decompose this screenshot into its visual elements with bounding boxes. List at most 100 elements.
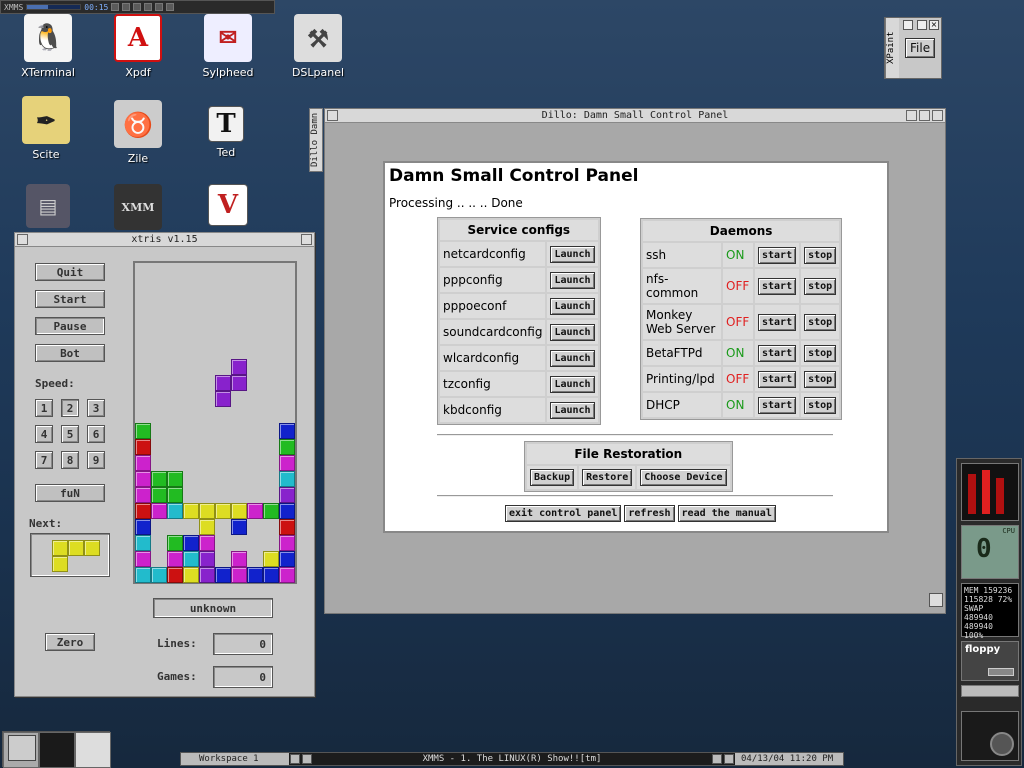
daemon-stop-button[interactable]: stop xyxy=(804,344,837,362)
speed-button-1[interactable]: 1 xyxy=(35,399,53,417)
workspace-label[interactable]: Workspace 1 xyxy=(181,753,289,765)
restore-button[interactable]: Restore xyxy=(582,469,633,486)
floppy-dockapp[interactable]: floppy xyxy=(961,641,1019,681)
close-icon[interactable] xyxy=(932,110,943,121)
xpaint-close-icon[interactable]: × xyxy=(929,20,939,30)
mem-dockapp[interactable]: MEM 159236 115828 72% SWAP 489940 489940… xyxy=(961,583,1019,640)
dillo-titlebar[interactable]: Dillo: Damn Small Control Panel xyxy=(325,109,945,123)
maximize-icon[interactable] xyxy=(919,110,930,121)
pager-workspace[interactable] xyxy=(39,732,75,768)
launch-button[interactable]: Launch xyxy=(550,271,595,289)
backup-button[interactable]: Backup xyxy=(530,469,575,486)
daemon-start-button[interactable]: start xyxy=(758,246,797,264)
desktop-icon-label: Sylpheed xyxy=(202,66,254,79)
xmms-seek-bar[interactable] xyxy=(26,4,82,10)
speed-button-4[interactable]: 4 xyxy=(35,425,53,443)
volume-dockapp[interactable] xyxy=(961,711,1019,761)
daemon-start-button[interactable]: start xyxy=(758,344,797,362)
desktop-icon-xpdf[interactable]: A Xpdf xyxy=(98,14,178,94)
launch-button[interactable]: Launch xyxy=(550,401,595,419)
tetris-block xyxy=(199,567,215,583)
games-label: Games: xyxy=(157,670,197,683)
workspace-pager[interactable] xyxy=(2,731,111,768)
window-menu-icon[interactable] xyxy=(327,110,338,121)
window-menu-icon[interactable] xyxy=(17,234,28,245)
game-board[interactable] xyxy=(133,261,297,584)
fun-button[interactable]: fuN xyxy=(35,484,105,502)
start-button[interactable]: Start xyxy=(35,290,105,308)
active-task[interactable]: XMMS - 1. The LINUX(R) Show!![tm] xyxy=(313,754,711,764)
choose-device-button[interactable]: Choose Device xyxy=(640,469,727,486)
cpu-bars-dockapp[interactable] xyxy=(961,463,1019,521)
prev-workspace-icon[interactable] xyxy=(290,754,300,764)
launch-button[interactable]: Launch xyxy=(550,349,595,367)
cpu-meter-dockapp[interactable]: CPU 0 xyxy=(961,525,1019,579)
speed-button-3[interactable]: 3 xyxy=(87,399,105,417)
daemon-start-button[interactable]: start xyxy=(758,277,797,295)
speed-button-9[interactable]: 9 xyxy=(87,451,105,469)
zero-button[interactable]: Zero xyxy=(45,633,95,651)
dillo-side-tab[interactable]: Dillo Damn xyxy=(309,108,323,172)
speed-button-7[interactable]: 7 xyxy=(35,451,53,469)
service-config-name: netcardconfig xyxy=(440,242,546,266)
quit-button[interactable]: Quit xyxy=(35,263,105,281)
xpaint-minimize-icon[interactable] xyxy=(917,20,927,30)
speed-button-8[interactable]: 8 xyxy=(61,451,79,469)
speed-button-5[interactable]: 5 xyxy=(61,425,79,443)
xmms-bar[interactable]: XMMS 00:15 xyxy=(0,0,275,14)
daemon-start-button[interactable]: start xyxy=(758,370,797,388)
pause-button[interactable]: Pause xyxy=(35,317,105,335)
exit-control-panel-button[interactable]: exit control panel xyxy=(505,505,622,522)
speed-button-2[interactable]: 2 xyxy=(61,399,79,417)
xpaint-menu-icon[interactable] xyxy=(903,20,913,30)
pager-workspace[interactable] xyxy=(3,732,39,768)
launch-button[interactable]: Launch xyxy=(550,297,595,315)
daemon-stop-button[interactable]: stop xyxy=(804,370,837,388)
desktop-icon-zile[interactable]: ♉ Zile xyxy=(98,100,178,180)
service-config-row: pppconfig Launch xyxy=(440,268,598,292)
play-icon[interactable] xyxy=(122,3,131,11)
minimize-icon[interactable] xyxy=(906,110,917,121)
bot-button[interactable]: Bot xyxy=(35,344,105,362)
launch-button[interactable]: Launch xyxy=(550,323,595,341)
xpaint-file-button[interactable]: File xyxy=(905,38,936,58)
xtris-titlebar[interactable]: xtris v1.15 xyxy=(15,233,314,247)
stop-icon[interactable] xyxy=(144,3,153,11)
desktop-icon-scite[interactable]: ✒ Scite xyxy=(6,96,86,176)
minimize-icon[interactable] xyxy=(301,234,312,245)
daemon-stop-button[interactable]: stop xyxy=(804,277,837,295)
tetris-block xyxy=(231,375,247,391)
xpaint-window[interactable]: XPaint × File xyxy=(884,17,942,79)
daemon-stop-button[interactable]: stop xyxy=(804,313,837,331)
daemon-start-button[interactable]: start xyxy=(758,313,797,331)
prev-task-icon[interactable] xyxy=(712,754,722,764)
tetris-block xyxy=(167,487,183,503)
desktop-icon-sylpheed[interactable]: ✉ Sylpheed xyxy=(188,14,268,94)
launch-button[interactable]: Launch xyxy=(550,375,595,393)
read-the-manual-button[interactable]: read the manual xyxy=(677,505,776,522)
tetris-block xyxy=(231,567,247,583)
desktop-icon-dslpanel[interactable]: ⚒ DSLpanel xyxy=(278,14,358,94)
daemon-start-button[interactable]: start xyxy=(758,396,797,414)
prev-icon[interactable] xyxy=(111,3,120,11)
volume-knob-icon[interactable] xyxy=(990,732,1014,756)
daemon-stop-button[interactable]: stop xyxy=(804,396,837,414)
eject-icon[interactable] xyxy=(166,3,175,11)
speed-button-6[interactable]: 6 xyxy=(87,425,105,443)
daemon-status: ON xyxy=(723,243,753,267)
refresh-button[interactable]: refresh xyxy=(624,505,675,522)
dock-controls[interactable] xyxy=(961,685,1019,697)
desktop-icon-xterminal[interactable]: 🐧 XTerminal xyxy=(8,14,88,94)
tetris-block xyxy=(231,503,247,519)
next-icon[interactable] xyxy=(155,3,164,11)
launch-button[interactable]: Launch xyxy=(550,245,595,263)
next-workspace-icon[interactable] xyxy=(302,754,312,764)
daemon-stop-button[interactable]: stop xyxy=(804,246,837,264)
pause-icon[interactable] xyxy=(133,3,142,11)
pager-workspace[interactable] xyxy=(75,732,111,768)
resize-grip-icon[interactable] xyxy=(929,593,943,607)
floppy-label: floppy xyxy=(965,644,1001,655)
desktop-icon-ted[interactable]: T Ted xyxy=(186,106,266,186)
tetris-block xyxy=(279,503,295,519)
next-task-icon[interactable] xyxy=(724,754,734,764)
